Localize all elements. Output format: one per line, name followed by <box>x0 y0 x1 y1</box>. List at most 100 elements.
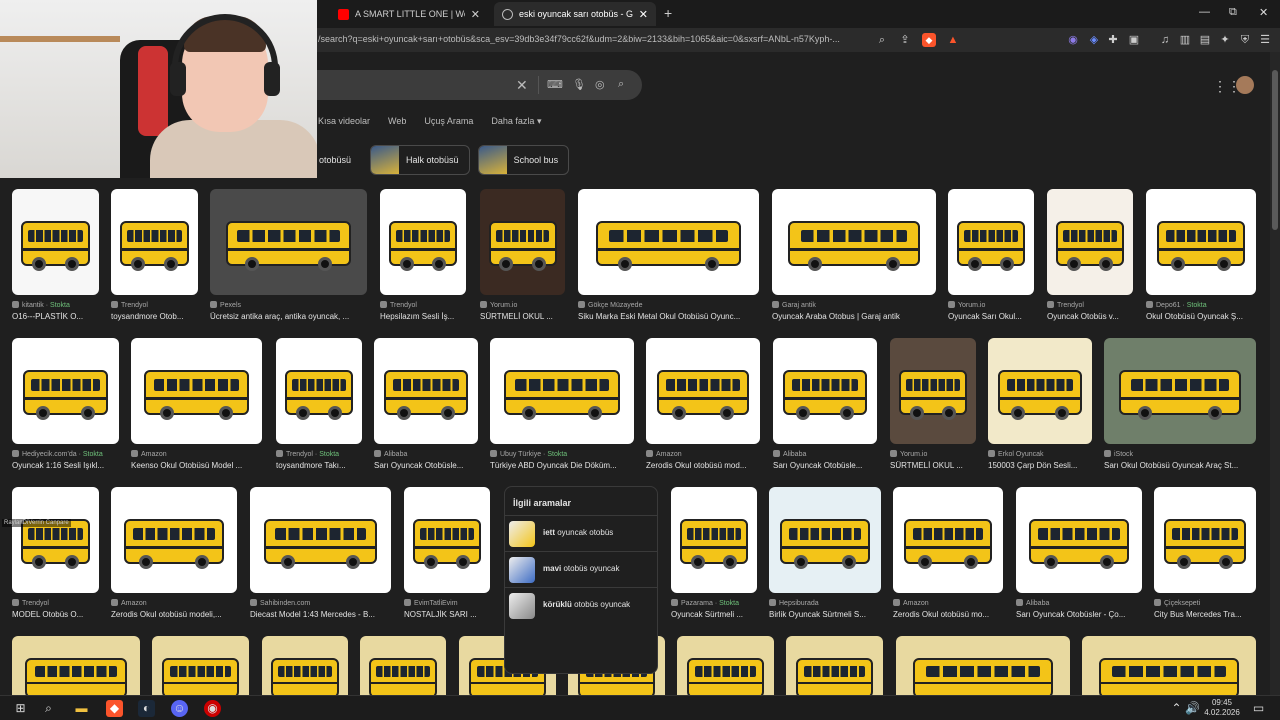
tab-more[interactable]: Daha fazla ▾ <box>491 116 541 127</box>
result-source[interactable]: Trendyol <box>12 599 109 607</box>
related-item[interactable]: körüklü otobüs oyuncak <box>505 587 657 623</box>
image-result[interactable]: Amazon Zerodis Okul otobüsü mo... <box>893 487 1003 625</box>
result-source[interactable]: Alibaba <box>374 450 488 458</box>
result-thumbnail[interactable] <box>578 189 759 295</box>
result-source[interactable]: Hediyecik.com'da · Stokta <box>12 450 129 458</box>
result-thumbnail[interactable] <box>1154 487 1256 593</box>
image-result[interactable]: Yorum.io Oyuncak Sarı Okul... <box>948 189 1034 327</box>
menu-icon[interactable]: ☰ <box>1258 33 1272 47</box>
image-result[interactable]: Yorum.io SÜRTMELİ OKUL ... <box>890 338 976 476</box>
image-result[interactable]: Garaj antik Oyuncak Araba Otobus | Garaj … <box>772 189 936 327</box>
result-thumbnail[interactable] <box>480 189 565 295</box>
result-thumbnail[interactable] <box>374 338 478 444</box>
result-thumbnail[interactable] <box>152 636 249 695</box>
chip[interactable]: Halk otobüsü <box>370 145 470 175</box>
image-result[interactable]: Gökçe Müzayede Siku Marka Eski Metal Okul… <box>578 189 759 327</box>
image-result[interactable]: Hepsiburada Birlik Oyuncak Sürtmeli S... <box>769 487 881 625</box>
result-thumbnail[interactable] <box>12 189 99 295</box>
notifications-icon[interactable]: ▭ <box>1250 700 1267 717</box>
extension-icon[interactable]: ◈ <box>1087 33 1101 47</box>
image-result[interactable]: Hediyecik.com'da · Stokta Oyuncak 1:16 Se… <box>12 338 119 476</box>
image-result[interactable]: Amazon Zerodis Okul otobüsü mod... <box>646 338 760 476</box>
tab-youtube[interactable]: A SMART LITTLE ONE | We Got Mad ✕ <box>330 2 488 26</box>
result-thumbnail[interactable] <box>111 189 198 295</box>
result-thumbnail[interactable] <box>772 189 936 295</box>
result-source[interactable]: Hepsiburada <box>769 599 891 607</box>
result-thumbnail[interactable] <box>262 636 348 695</box>
result-caption[interactable]: Diecast Model 1:43 Mercedes - B... <box>250 610 401 619</box>
image-result[interactable]: Çiçeksepeti City Bus Mercedes Tra... <box>1154 487 1256 625</box>
result-thumbnail[interactable] <box>988 338 1092 444</box>
result-thumbnail[interactable] <box>671 487 757 593</box>
chip[interactable]: School bus <box>477 145 570 175</box>
maximize-button[interactable]: ⧉ <box>1229 6 1237 19</box>
result-source[interactable]: Amazon <box>893 599 1013 607</box>
tab-short-videos[interactable]: Kısa videolar <box>318 116 370 127</box>
leo-icon[interactable]: ✦ <box>1218 33 1232 47</box>
image-result[interactable]: Alibaba Sarı Oyuncak Otobüsle... <box>374 338 478 476</box>
result-thumbnail[interactable] <box>404 487 490 593</box>
result-thumbnail[interactable] <box>1146 189 1256 295</box>
search-icon[interactable]: ⌕ <box>618 78 624 91</box>
result-thumbnail[interactable] <box>896 636 1070 695</box>
keyboard-icon[interactable]: ⌨ <box>547 78 563 91</box>
discord-icon[interactable]: ☺ <box>171 700 188 717</box>
result-source[interactable]: kitantik · Stokta <box>12 301 109 309</box>
result-source[interactable]: Trendyol <box>1047 301 1143 309</box>
result-thumbnail[interactable] <box>773 338 877 444</box>
clock[interactable]: 09:45 4.02.2026 <box>1202 698 1242 718</box>
result-source[interactable]: Çiçeksepeti <box>1154 599 1266 607</box>
result-thumbnail[interactable] <box>12 487 99 593</box>
microphone-icon[interactable]: 🎙 <box>572 78 586 91</box>
url-field[interactable]: /search?q=eski+oyuncak+sarı+otobüs&sca_e… <box>318 34 870 44</box>
image-result[interactable]: Erkol Oyuncak 150003 Çarp Dön Sesli... <box>988 338 1092 476</box>
result-caption[interactable]: Sarı Oyuncak Otobüsle... <box>374 461 488 470</box>
volume-icon[interactable]: 🔊 <box>1184 700 1201 717</box>
image-result[interactable]: Trendyol toysandmore Otob... <box>111 189 198 327</box>
search-icon[interactable]: ⌕ <box>875 33 889 47</box>
result-source[interactable]: iStock <box>1104 450 1266 458</box>
result-thumbnail[interactable] <box>1047 189 1133 295</box>
new-tab-button[interactable]: + <box>664 5 672 21</box>
close-window-button[interactable]: ✕ <box>1259 6 1268 19</box>
vpn-icon[interactable]: ⛨ <box>1238 33 1252 47</box>
result-source[interactable]: EvimTatliEvim <box>404 599 500 607</box>
result-caption[interactable]: Ücretsiz antika araç, antika oyuncak, ..… <box>210 312 377 321</box>
media-icon[interactable]: ♫ <box>1158 33 1172 47</box>
related-item[interactable]: iett oyuncak otobüs <box>505 515 657 551</box>
image-result[interactable]: Alibaba Sarı Oyuncak Otobüsler - Ço... <box>1016 487 1142 625</box>
puzzle-icon[interactable]: ✚ <box>1106 33 1120 47</box>
result-caption[interactable]: Zerodis Okul otobüsü modeli,... <box>111 610 247 619</box>
result-source[interactable]: Yorum.io <box>948 301 1044 309</box>
result-caption[interactable]: Zerodis Okul otobüsü mo... <box>893 610 1013 619</box>
result-caption[interactable]: O16---PLASTİK O... <box>12 312 109 321</box>
result-thumbnail[interactable] <box>490 338 634 444</box>
image-result[interactable]: Pazarama · Stokta Oyuncak Sürtmeli ... <box>671 487 757 625</box>
result-source[interactable]: Erkol Oyuncak <box>988 450 1102 458</box>
tab-web[interactable]: Web <box>388 116 406 127</box>
result-thumbnail[interactable] <box>380 189 466 295</box>
result-source[interactable]: Amazon <box>646 450 770 458</box>
result-caption[interactable]: Oyuncak Sürtmeli ... <box>671 610 767 619</box>
steam-icon[interactable]: ◐ <box>138 700 155 717</box>
image-result[interactable]: Alibaba Sarı Oyuncak Otobüsle... <box>773 338 877 476</box>
tray-chevron-icon[interactable]: ⌃ <box>1168 700 1185 717</box>
image-result[interactable]: Depo61 · Stokta Okul Otobüsü Oyuncak Ş... <box>1146 189 1256 327</box>
avatar[interactable] <box>1236 76 1254 94</box>
scrollbar[interactable] <box>1270 52 1280 695</box>
result-caption[interactable]: SÜRTMELİ OKUL ... <box>480 312 575 321</box>
share-icon[interactable]: ⇪ <box>898 33 912 47</box>
brave-shield-icon[interactable]: ◆ <box>922 33 936 47</box>
result-caption[interactable]: Oyuncak Araba Otobus | Garaj antik <box>772 312 946 321</box>
image-result[interactable]: Pexels Ücretsiz antika araç, antika oyunc… <box>210 189 367 327</box>
result-caption[interactable]: Hepsilazım Sesli İş... <box>380 312 476 321</box>
result-caption[interactable]: Zerodis Okul otobüsü mod... <box>646 461 770 470</box>
result-thumbnail[interactable] <box>12 636 140 695</box>
result-source[interactable]: Alibaba <box>773 450 887 458</box>
result-caption[interactable]: 150003 Çarp Dön Sesli... <box>988 461 1102 470</box>
result-caption[interactable]: Keenso Okul Otobüsü Model ... <box>131 461 272 470</box>
result-source[interactable]: Depo61 · Stokta <box>1146 301 1266 309</box>
result-caption[interactable]: Oyuncak Sarı Okul... <box>948 312 1044 321</box>
result-caption[interactable]: toysandmore Takı... <box>276 461 372 470</box>
result-source[interactable]: Pexels <box>210 301 377 309</box>
